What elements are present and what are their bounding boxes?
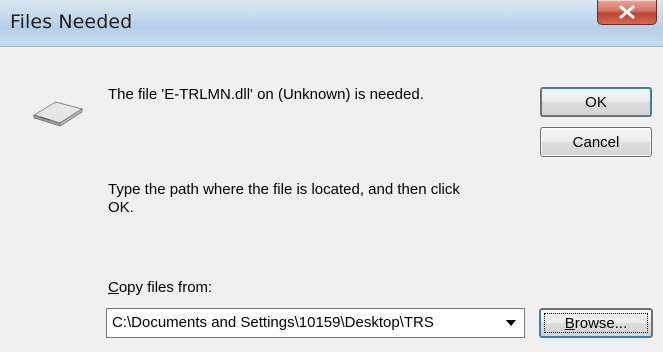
close-icon: [619, 5, 635, 19]
copy-files-from-label: Copy files from:: [108, 279, 212, 296]
window-title: Files Needed: [10, 11, 133, 33]
focus-rectangle: [544, 313, 648, 333]
disk-drive-icon: [32, 101, 84, 127]
title-bar[interactable]: Files Needed: [0, 0, 663, 47]
path-value[interactable]: C:\Documents and Settings\10159\Desktop\…: [112, 314, 497, 331]
cancel-label: Cancel: [572, 133, 620, 151]
files-needed-dialog: Files Needed The file 'E-TRLMN.dll' on (…: [0, 0, 663, 352]
cancel-button[interactable]: Cancel: [540, 127, 652, 157]
close-button[interactable]: [597, 0, 657, 25]
browse-button[interactable]: Browse...: [539, 308, 653, 338]
chevron-down-icon[interactable]: [506, 320, 516, 326]
message-line-2b: OK.: [108, 199, 134, 216]
copy-files-from-combobox[interactable]: C:\Documents and Settings\10159\Desktop\…: [106, 308, 525, 338]
ok-label: OK: [585, 93, 607, 111]
ok-button[interactable]: OK: [540, 87, 652, 117]
message-line-2a: Type the path where the file is located,…: [108, 181, 460, 198]
copy-label-accelerator: C: [108, 279, 119, 296]
copy-label-text: opy files from:: [118, 279, 213, 296]
message-line-1: The file 'E-TRLMN.dll' on (Unknown) is n…: [108, 86, 424, 103]
